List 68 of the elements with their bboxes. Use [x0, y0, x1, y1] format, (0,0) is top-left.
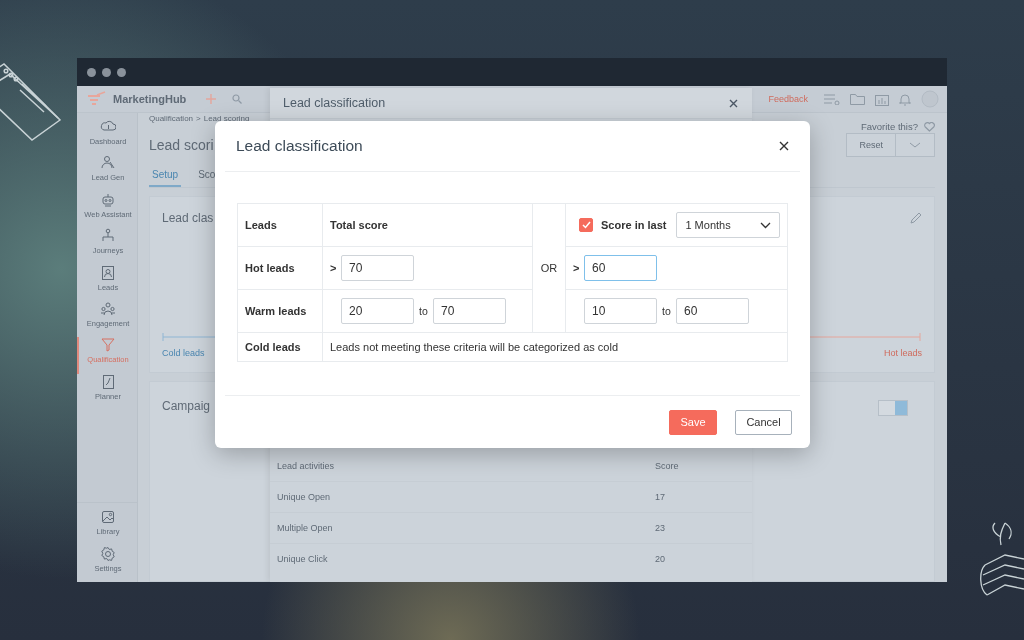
image-icon [100, 509, 116, 526]
contact-card-icon [100, 264, 116, 281]
period-dropdown[interactable]: 1 Months [676, 212, 781, 238]
scale-label: Hot leads [883, 348, 922, 358]
chevron-down-icon [760, 221, 772, 229]
card-title: Campaig [162, 399, 211, 413]
scale-label: Cold leads [162, 348, 205, 358]
table-cell: 20 [648, 543, 752, 574]
funnel-icon [100, 337, 116, 354]
group-icon [100, 300, 116, 317]
card-title: Lead clas [162, 211, 214, 225]
window-dot[interactable] [117, 67, 126, 77]
score-field[interactable]: 60 [584, 255, 657, 281]
breadcrumb-separator: > [196, 114, 201, 123]
heart-icon[interactable] [924, 121, 935, 132]
column-header: Total score [322, 203, 533, 247]
feedback-link[interactable]: Feedback [768, 94, 808, 104]
or-label: OR [532, 203, 566, 333]
search-icon[interactable] [232, 94, 243, 104]
checkbox[interactable] [579, 218, 593, 232]
chart-icon[interactable] [875, 92, 889, 106]
table-cell: Unique Click [270, 543, 648, 574]
breadcrumb-link[interactable]: Qualification [149, 114, 194, 123]
plus-icon[interactable] [206, 94, 217, 104]
robot-icon [100, 191, 116, 208]
column-header: Leads [237, 203, 323, 247]
range-joiner: to [661, 305, 672, 317]
range-joiner: to [418, 305, 429, 317]
cancel-button[interactable]: Cancel [735, 409, 792, 435]
score-field[interactable]: 10 [584, 298, 657, 324]
notebook-icon [100, 373, 116, 390]
logo-icon [87, 91, 107, 107]
reset-button[interactable]: Reset [847, 134, 895, 156]
criteria-note: Leads not meeting these criteria will be categorized as cold [322, 332, 788, 362]
column-header: Score [648, 451, 752, 482]
reset-button-group[interactable]: Reset [846, 133, 935, 157]
column-header: Lead activities [270, 451, 648, 482]
tab[interactable]: Setup [149, 165, 182, 187]
row-label: Hot leads [237, 246, 323, 290]
favorite-label: Favorite this? [860, 121, 918, 132]
row-label: Warm leads [237, 289, 323, 333]
table-cell: Unique Open [270, 481, 648, 513]
score-field[interactable]: 70 [341, 255, 414, 281]
checkbox-label: Score in last [601, 219, 667, 231]
page-title: Lead scori [149, 137, 214, 153]
folder-icon[interactable] [850, 93, 865, 105]
list-icon[interactable] [824, 93, 840, 105]
greater-than-sign: > [330, 262, 338, 274]
table-cell: 17 [648, 481, 752, 513]
toggle-switch[interactable] [878, 400, 908, 416]
settings-icon [100, 545, 116, 562]
tab[interactable]: Sco [195, 165, 219, 187]
score-field[interactable]: 70 [433, 298, 506, 324]
score-field[interactable]: 20 [341, 298, 414, 324]
window-dot[interactable] [87, 67, 96, 77]
close-icon[interactable] [779, 141, 789, 151]
dialog-title: Lead classification [236, 137, 363, 155]
panel-title: Lead classification [283, 96, 386, 110]
bell-icon[interactable] [899, 92, 911, 106]
pencil-icon[interactable] [910, 212, 922, 224]
row-label: Cold leads [237, 332, 323, 362]
table-cell: Multiple Open [270, 512, 648, 544]
window-dot[interactable] [102, 67, 111, 77]
table-cell: 23 [648, 512, 752, 544]
greater-than-sign: > [573, 262, 581, 274]
app-name: MarketingHub [113, 93, 187, 105]
score-field[interactable]: 60 [676, 298, 749, 324]
save-button[interactable]: Save [669, 409, 717, 435]
